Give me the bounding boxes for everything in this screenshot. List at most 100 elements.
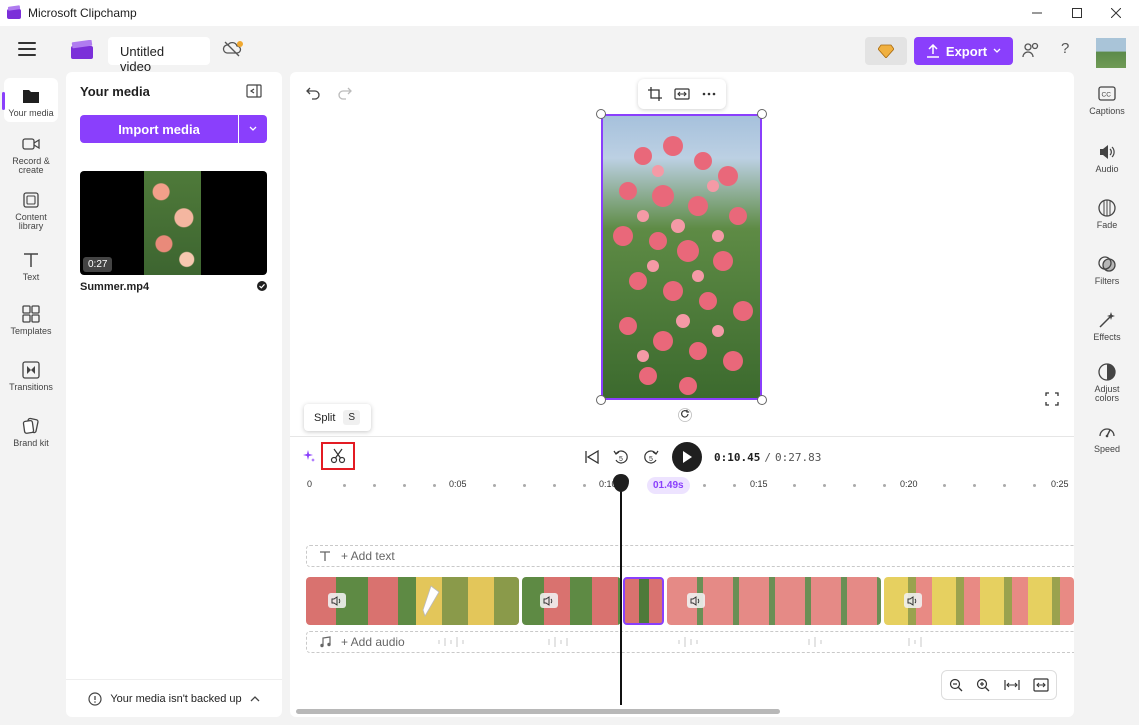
rewind-5-icon[interactable]: 5 xyxy=(612,448,630,466)
volume-icon xyxy=(331,595,341,606)
info-icon xyxy=(88,691,102,706)
ruler-dot xyxy=(493,484,496,487)
clip-volume-button[interactable] xyxy=(328,593,346,608)
import-media-button[interactable]: Import media xyxy=(80,115,238,143)
cloud-sync-off-icon[interactable] xyxy=(222,40,244,58)
resize-handle[interactable] xyxy=(757,395,767,405)
rail-label: Your media xyxy=(8,108,54,118)
collapse-panel-icon[interactable] xyxy=(246,84,262,98)
export-button[interactable]: Export xyxy=(914,37,1013,65)
rail-label: Templates xyxy=(10,326,52,336)
text-track[interactable]: + Add text xyxy=(306,545,1074,567)
clipchamp-logo-icon xyxy=(71,40,93,59)
video-preview[interactable] xyxy=(601,114,762,400)
rail-effects[interactable]: Effects xyxy=(1078,310,1136,342)
rail-fade[interactable]: Fade xyxy=(1078,198,1136,230)
import-options-button[interactable] xyxy=(239,115,267,143)
zoom-out-icon[interactable] xyxy=(949,678,963,692)
captions-icon: CC xyxy=(1098,86,1116,101)
rail-adjust-colors[interactable]: Adjust colors xyxy=(1078,362,1136,403)
rail-speed[interactable]: Speed xyxy=(1078,422,1136,454)
play-icon xyxy=(683,451,692,463)
rail-captions[interactable]: CC Captions xyxy=(1078,84,1136,116)
rail-audio[interactable]: Audio xyxy=(1078,142,1136,174)
rail-templates[interactable]: Templates xyxy=(4,304,58,336)
backup-warning-text: Your media isn't backed up xyxy=(110,692,242,705)
ruler-dot xyxy=(973,484,976,487)
flower-bush-image xyxy=(613,136,753,395)
rail-text[interactable]: Text xyxy=(4,250,58,282)
ruler-dot xyxy=(853,484,856,487)
crop-icon[interactable] xyxy=(648,87,662,101)
resize-handle[interactable] xyxy=(596,109,606,119)
ruler-label: 0:25 xyxy=(1051,479,1069,489)
rail-label: Text xyxy=(22,272,40,282)
rail-transitions[interactable]: Transitions xyxy=(4,360,58,392)
more-options-icon[interactable] xyxy=(702,92,716,96)
fit-to-timeline-icon[interactable] xyxy=(1004,679,1020,691)
project-title-input[interactable]: Untitled video xyxy=(108,37,210,74)
share-people-icon[interactable] xyxy=(1022,42,1040,58)
avatar[interactable] xyxy=(1096,38,1126,68)
tooltip-shortcut: S xyxy=(343,410,361,425)
backup-warning[interactable]: Your media isn't backed up xyxy=(66,679,282,717)
ruler-dot xyxy=(373,484,376,487)
menu-icon[interactable] xyxy=(18,42,36,56)
zoom-in-icon[interactable] xyxy=(976,678,990,692)
ai-sparkle-icon[interactable] xyxy=(302,449,316,463)
fullscreen-icon[interactable] xyxy=(1045,392,1059,406)
ruler-dot xyxy=(1033,484,1036,487)
ruler-dot xyxy=(883,484,886,487)
split-button[interactable] xyxy=(321,442,355,470)
zoom-controls xyxy=(941,670,1057,700)
redo-icon[interactable] xyxy=(338,86,352,100)
rail-your-media[interactable]: Your media xyxy=(2,78,58,122)
media-thumbnail[interactable]: 0:27 xyxy=(80,171,267,275)
ruler-dot xyxy=(553,484,556,487)
undo-icon[interactable] xyxy=(306,86,320,100)
rail-content-library[interactable]: Content library xyxy=(4,190,58,231)
video-clip[interactable] xyxy=(884,577,1074,625)
resize-handle[interactable] xyxy=(757,109,767,119)
top-toolbar: Untitled video Export ? xyxy=(0,26,1139,74)
fit-icon[interactable] xyxy=(674,87,690,101)
rail-label: Transitions xyxy=(9,382,53,392)
rail-record-create[interactable]: Record & create xyxy=(4,134,58,175)
clip-volume-button[interactable] xyxy=(904,593,922,608)
clip-floating-toolbar xyxy=(638,79,726,109)
forward-5-icon[interactable]: 5 xyxy=(642,448,660,466)
rail-label: Filters xyxy=(1094,276,1120,286)
upload-icon xyxy=(926,44,939,58)
ruler-dot xyxy=(583,484,586,487)
title-bar: Microsoft Clipchamp xyxy=(0,0,1139,26)
help-icon[interactable]: ? xyxy=(1061,40,1069,57)
ruler-label: 0:20 xyxy=(900,479,918,489)
clip-volume-button[interactable] xyxy=(540,593,558,608)
video-clip[interactable] xyxy=(306,577,519,625)
check-circle-icon xyxy=(257,281,267,291)
clip-volume-button[interactable] xyxy=(687,593,705,608)
timeline-scrollbar[interactable] xyxy=(296,709,780,714)
scissors-icon xyxy=(330,448,346,464)
expand-timeline-icon[interactable] xyxy=(1033,678,1049,692)
library-icon xyxy=(23,192,39,208)
volume-icon xyxy=(690,595,700,606)
play-button[interactable] xyxy=(672,442,702,472)
video-clip[interactable] xyxy=(667,577,881,625)
rail-filters[interactable]: Filters xyxy=(1078,254,1136,286)
resize-handle[interactable] xyxy=(596,395,606,405)
skip-to-start-icon[interactable] xyxy=(584,450,600,464)
premium-button[interactable] xyxy=(865,37,907,65)
rail-label-line2: colors xyxy=(1094,393,1119,403)
media-panel: Your media Import media 0:27 Summer.mp4 … xyxy=(66,72,282,717)
templates-icon xyxy=(22,305,40,323)
left-rail: Your media Record & create Content libra… xyxy=(0,72,62,725)
playhead[interactable] xyxy=(620,483,622,705)
video-clip[interactable] xyxy=(522,577,621,625)
transition-marker-icon[interactable] xyxy=(419,584,443,618)
rotate-icon[interactable] xyxy=(678,408,692,422)
close-window-button[interactable] xyxy=(1093,0,1139,26)
rail-brand-kit[interactable]: Brand kit xyxy=(4,416,58,448)
audio-track[interactable]: + Add audio xyxy=(306,631,1074,653)
selected-video-clip[interactable] xyxy=(623,577,664,625)
